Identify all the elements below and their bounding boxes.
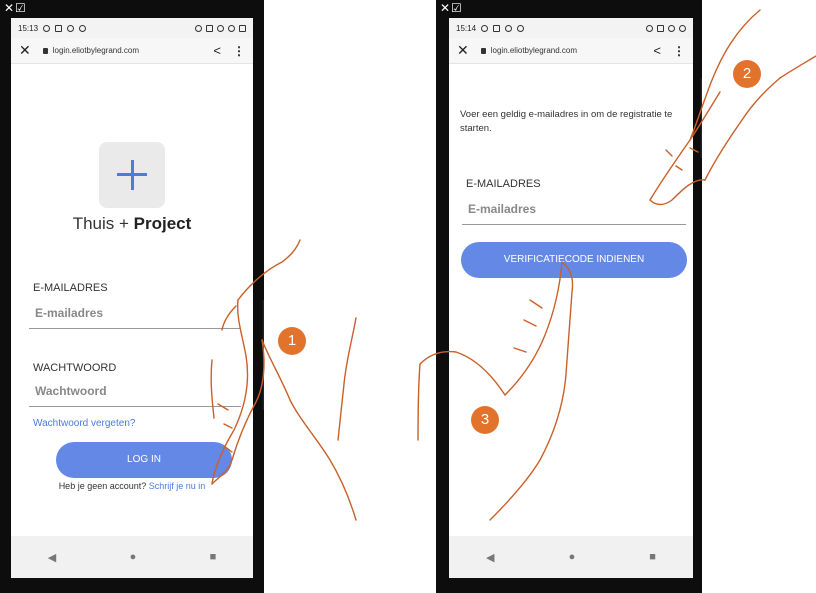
highlight-glow bbox=[262, 300, 288, 410]
wifi-icon bbox=[228, 24, 235, 32]
android-nav-bar: ◀ ● ■ bbox=[11, 536, 253, 578]
recent-apps-icon[interactable]: ■ bbox=[210, 551, 217, 563]
home-nav-icon[interactable]: ● bbox=[569, 551, 576, 563]
highlight-glow bbox=[700, 78, 726, 158]
android-nav-bar: ◀ ● ■ bbox=[449, 536, 693, 578]
gallery-icon bbox=[493, 24, 501, 32]
gallery-icon bbox=[55, 24, 63, 32]
shield-icon bbox=[79, 24, 87, 32]
password-field[interactable]: Wachtwoord bbox=[29, 384, 241, 407]
signup-row: Heb je geen account? Schrijf je nu in bbox=[11, 481, 253, 491]
brand-prefix: Thuis + bbox=[72, 214, 134, 233]
password-label: WACHTWOORD bbox=[33, 362, 117, 374]
more-menu-icon[interactable]: ⋮ bbox=[233, 44, 245, 58]
brand-bold: Project bbox=[133, 214, 192, 233]
url-text[interactable]: login.eliotbylegrand.com bbox=[53, 46, 214, 55]
login-button[interactable]: LOG IN bbox=[56, 442, 232, 478]
right-phone-frame: ✕☑ 15:14 ✕ login.eliotbylegrand.com < ⋮ bbox=[436, 0, 702, 593]
left-phone-frame: ✕☑ 15:13 ✕ login.eliotbylegrand.com < ⋮ … bbox=[0, 0, 264, 593]
status-time: 15:14 bbox=[456, 23, 477, 33]
browser-url-bar: ✕ login.eliotbylegrand.com < ⋮ bbox=[11, 38, 253, 64]
submit-verification-code-button[interactable]: VERIFICATIECODE INDIENEN bbox=[461, 242, 687, 278]
signup-link[interactable]: Schrijf je nu in bbox=[149, 481, 206, 491]
brand-title: Thuis + Project bbox=[11, 214, 253, 234]
app-logo bbox=[99, 142, 165, 208]
forgot-password-link[interactable]: Wachtwoord vergeten? bbox=[33, 418, 135, 429]
email-field[interactable]: E-mailadres bbox=[462, 202, 686, 225]
lock-icon bbox=[480, 47, 486, 54]
wifi-icon bbox=[679, 24, 686, 32]
eye-icon bbox=[43, 24, 51, 32]
bluetooth-icon bbox=[195, 24, 202, 32]
battery-icon bbox=[239, 24, 246, 32]
step-marker-1: 1 bbox=[278, 327, 306, 355]
nfc-icon bbox=[206, 24, 213, 32]
back-nav-icon[interactable]: ◀ bbox=[48, 551, 56, 564]
shield-icon bbox=[67, 24, 75, 32]
shield-icon bbox=[505, 24, 513, 32]
hand-right-upper-b bbox=[779, 55, 816, 79]
instruction-text: Voer een geldig e-mailadres in om de reg… bbox=[460, 109, 673, 134]
close-icon[interactable]: ✕ bbox=[19, 42, 31, 59]
status-time: 15:13 bbox=[18, 23, 39, 33]
email-label: E-MAILADRES bbox=[33, 282, 108, 294]
vibrate-icon bbox=[217, 24, 224, 32]
header-icons: ✕☑ bbox=[4, 1, 27, 15]
nfc-icon bbox=[657, 24, 664, 32]
step-marker-3: 3 bbox=[471, 406, 499, 434]
close-icon[interactable]: ✕ bbox=[457, 42, 469, 59]
hand-left-thumb bbox=[337, 317, 357, 441]
recent-apps-icon[interactable]: ■ bbox=[649, 551, 656, 563]
hand-right-palm-edge bbox=[417, 363, 421, 441]
header-icons: ✕☑ bbox=[440, 1, 463, 15]
eye-icon bbox=[481, 24, 489, 32]
url-text[interactable]: login.eliotbylegrand.com bbox=[491, 46, 654, 55]
right-phone-screen: 15:14 ✕ login.eliotbylegrand.com < ⋮ Voe… bbox=[449, 18, 693, 578]
shield-icon bbox=[517, 24, 525, 32]
back-nav-icon[interactable]: ◀ bbox=[486, 551, 494, 564]
browser-url-bar: ✕ login.eliotbylegrand.com < ⋮ bbox=[449, 38, 693, 64]
email-field[interactable]: E-mailadres bbox=[29, 306, 241, 329]
status-bar: 15:13 bbox=[11, 18, 253, 38]
more-menu-icon[interactable]: ⋮ bbox=[673, 44, 685, 58]
signup-prompt: Heb je geen account? bbox=[58, 481, 147, 491]
step-marker-2: 2 bbox=[733, 60, 761, 88]
bluetooth-icon bbox=[646, 24, 653, 32]
home-nav-icon[interactable]: ● bbox=[130, 551, 137, 563]
status-bar: 15:14 bbox=[449, 18, 693, 38]
share-icon[interactable]: < bbox=[213, 43, 221, 58]
email-label: E-MAILADRES bbox=[466, 178, 541, 190]
vibrate-icon bbox=[668, 24, 675, 32]
left-phone-screen: 15:13 ✕ login.eliotbylegrand.com < ⋮ Thu… bbox=[11, 18, 253, 578]
lock-icon bbox=[42, 47, 48, 54]
share-icon[interactable]: < bbox=[653, 43, 661, 58]
plus-icon-vertical bbox=[130, 160, 134, 190]
